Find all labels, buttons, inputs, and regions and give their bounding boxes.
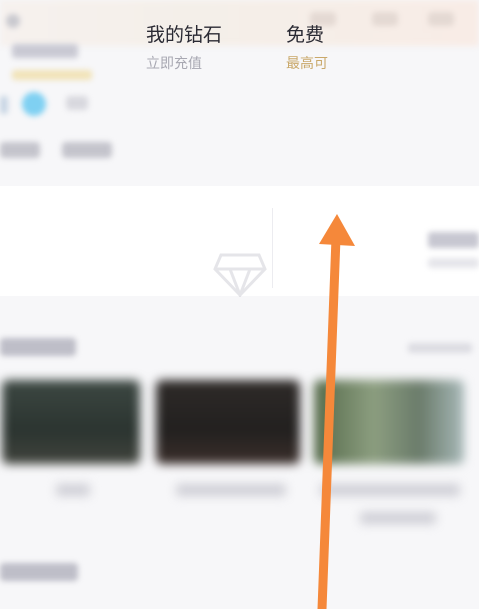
level-badge (66, 96, 88, 110)
wallet-cell-subtitle (428, 258, 479, 268)
section-more-link[interactable] (408, 343, 472, 353)
video-caption (56, 484, 90, 496)
free-subtitle: 最高可 (286, 56, 328, 72)
stat-item[interactable] (0, 142, 40, 158)
my-diamond-title: 我的钻石 (146, 24, 223, 46)
video-caption (176, 484, 286, 496)
wallet-cell-subtitle (12, 70, 92, 80)
recharge-now-link[interactable]: 立即充值 (146, 53, 262, 73)
back-icon[interactable] (6, 14, 20, 28)
header-action-icon[interactable] (428, 12, 454, 26)
wallet-cell-title (12, 44, 78, 58)
divider (272, 208, 273, 288)
avatar[interactable] (0, 96, 8, 114)
wallet-cell-title (428, 232, 479, 248)
section-title (0, 563, 78, 581)
text-fade (338, 232, 378, 272)
section-title (0, 338, 76, 356)
vip-badge-icon[interactable] (22, 92, 46, 116)
video-thumbnail[interactable] (156, 380, 300, 464)
free-cell[interactable]: 免费 最高可 (286, 20, 382, 96)
video-caption (360, 512, 436, 524)
stat-item[interactable] (62, 142, 112, 158)
diamond-icon (213, 253, 267, 297)
video-thumbnail[interactable] (314, 380, 464, 464)
video-caption (320, 484, 460, 496)
free-title: 免费 (286, 24, 325, 46)
video-thumbnail[interactable] (2, 380, 140, 464)
my-diamond-cell[interactable]: 我的钻石 立即充值 (146, 20, 262, 96)
